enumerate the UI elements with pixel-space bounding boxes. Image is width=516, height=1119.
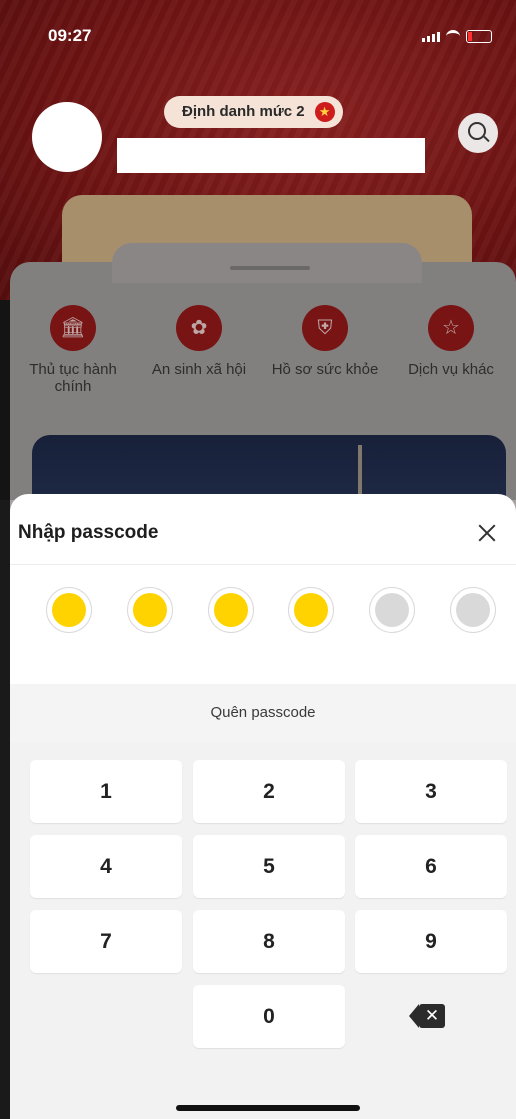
signal-icon (422, 31, 440, 42)
modal-overlay[interactable] (0, 0, 516, 500)
battery-icon (466, 30, 492, 43)
passcode-dot-empty (369, 587, 416, 633)
key-6[interactable]: 6 (355, 835, 507, 898)
key-8[interactable]: 8 (193, 910, 345, 973)
numeric-keypad: 1 2 3 4 5 6 7 8 9 0 ✕ (10, 742, 516, 1119)
backspace-icon: ✕ (409, 1004, 445, 1028)
passcode-header: Nhập passcode (10, 494, 516, 565)
wifi-icon (446, 30, 460, 43)
status-icons (422, 30, 492, 43)
passcode-dot-filled (207, 587, 254, 633)
passcode-dot-filled (288, 587, 335, 633)
forgot-passcode-row: Quên passcode (10, 684, 516, 742)
delete-key[interactable]: ✕ (355, 985, 507, 1048)
key-3[interactable]: 3 (355, 760, 507, 823)
key-2[interactable]: 2 (193, 760, 345, 823)
level-badge-label: Định danh mức 2 (182, 103, 305, 120)
star-icon: ★ (314, 102, 335, 122)
key-5[interactable]: 5 (193, 835, 345, 898)
passcode-sheet: Nhập passcode Quên passcode 1 2 3 4 5 6 … (10, 494, 516, 1119)
key-0[interactable]: 0 (193, 985, 345, 1048)
key-9[interactable]: 9 (355, 910, 507, 973)
level-badge[interactable]: Định danh mức 2 ★ (164, 96, 343, 128)
passcode-dot-filled (126, 587, 173, 633)
screen: 09:27 Định danh mức 2 ★ 🏛 Thủ tục hành c… (0, 0, 516, 1119)
home-indicator[interactable] (176, 1105, 360, 1111)
passcode-dot-empty (449, 587, 496, 633)
passcode-dots (46, 587, 496, 633)
key-1[interactable]: 1 (30, 760, 182, 823)
passcode-dot-filled (46, 587, 92, 633)
forgot-passcode-link[interactable]: Quên passcode (210, 704, 315, 721)
passcode-title: Nhập passcode (18, 522, 159, 543)
search-icon[interactable] (458, 113, 498, 153)
status-time: 09:27 (48, 26, 92, 45)
close-icon[interactable] (476, 522, 498, 544)
avatar[interactable] (32, 102, 102, 172)
user-name-redacted (117, 138, 425, 173)
key-4[interactable]: 4 (30, 835, 182, 898)
key-7[interactable]: 7 (30, 910, 182, 973)
